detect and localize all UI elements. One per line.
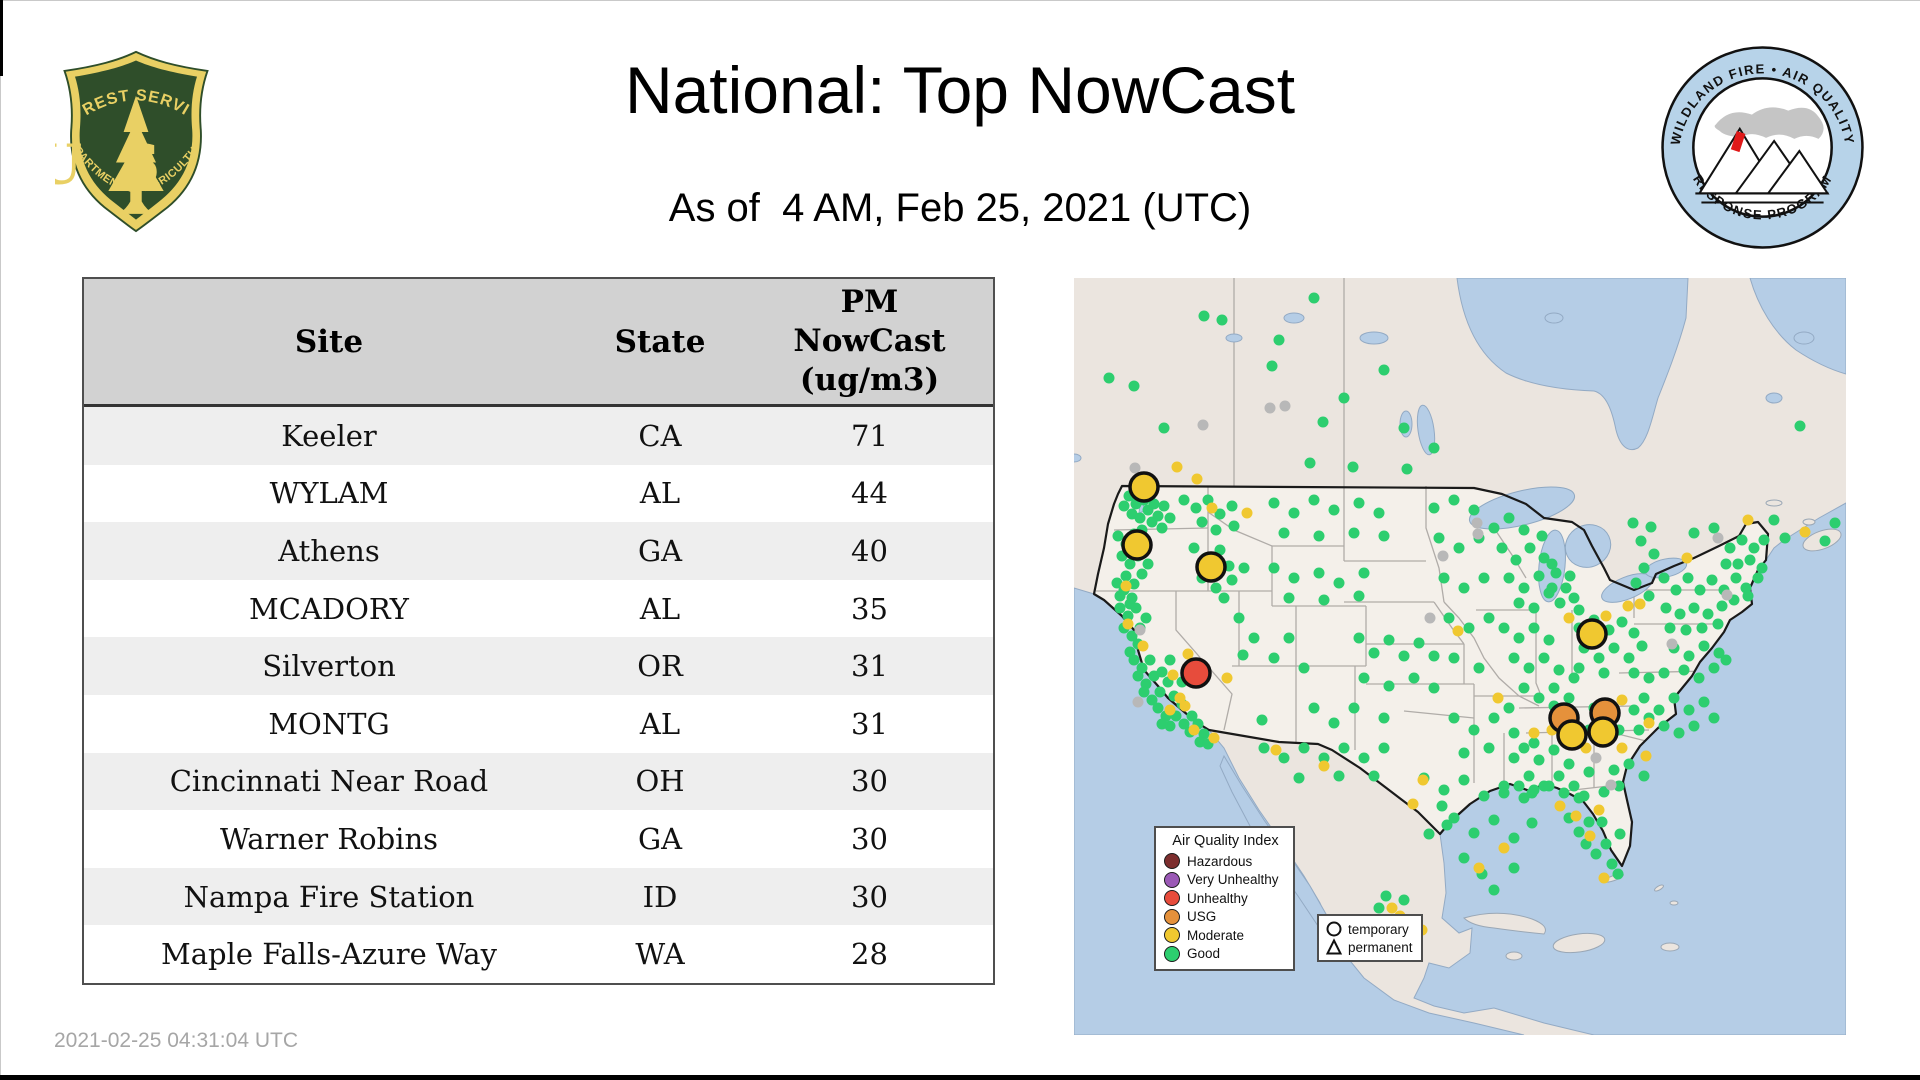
table-row: Keeler CA 71 xyxy=(84,407,993,465)
value-cell: 31 xyxy=(851,649,888,684)
very-unhealthy-swatch-icon xyxy=(1164,871,1180,888)
good-swatch-icon xyxy=(1164,945,1180,962)
legend-label: Hazardous xyxy=(1187,853,1253,869)
table-row: Maple Falls-Azure Way WA 28 xyxy=(84,925,993,983)
marker-label: temporary xyxy=(1348,921,1409,937)
site-cell: Cincinnati Near Road xyxy=(169,764,489,799)
legend-label: Good xyxy=(1187,946,1221,961)
aqi-map: Air Quality Index Hazardous Very Unhealt… xyxy=(1074,278,1846,1035)
unhealthy-swatch-icon xyxy=(1164,890,1180,906)
value-cell: 40 xyxy=(851,533,888,568)
marker-label: permanent xyxy=(1348,939,1413,955)
wfaqrp-logo: WILDLAND FIRE • AIR QUALITY RESPONSE PRO… xyxy=(1661,46,1864,249)
legend-item: Hazardous xyxy=(1164,853,1287,869)
table-row: Nampa Fire Station ID 30 xyxy=(84,867,993,926)
legend-item: Unhealthy xyxy=(1164,890,1287,906)
value-cell: 44 xyxy=(851,476,888,511)
legend-item: USG xyxy=(1164,908,1287,925)
site-cell: Silverton xyxy=(262,649,396,684)
window-edge-top xyxy=(0,0,1920,1)
usg-swatch-icon xyxy=(1164,908,1180,925)
marker-legend-item: temporary xyxy=(1325,920,1415,938)
report-page: FOREST SERVICE US DEPARTMENT OF AGRICULT… xyxy=(0,0,1920,1080)
moderate-swatch-icon xyxy=(1164,927,1180,943)
site-cell: Keeler xyxy=(281,418,377,453)
state-cell: OR xyxy=(637,649,683,684)
page-title: National: Top NowCast xyxy=(624,53,1296,127)
table-row: MCADORY AL 35 xyxy=(84,579,993,638)
page-subtitle: As of 4 AM, Feb 25, 2021 (UTC) xyxy=(668,186,1252,230)
value-cell: 28 xyxy=(851,937,888,972)
footer-timestamp: 2021-02-25 04:31:04 UTC xyxy=(54,1029,298,1052)
state-cell: OH xyxy=(635,764,685,799)
site-cell: Athens xyxy=(278,533,380,568)
window-edge-bottom xyxy=(0,1075,1920,1080)
state-cell: ID xyxy=(642,879,678,914)
state-cell: GA xyxy=(637,533,683,568)
table-header-pm: PM NowCast (ug/m3) xyxy=(793,284,946,398)
aqi-legend-title: Air Quality Index xyxy=(1172,833,1279,849)
value-cell: 71 xyxy=(851,418,888,453)
marker-legend: temporary permanent xyxy=(1317,914,1423,962)
aqi-legend: Air Quality Index Hazardous Very Unhealt… xyxy=(1154,826,1295,971)
site-cell: MCADORY xyxy=(249,591,409,626)
site-cell: MONTG xyxy=(268,706,390,741)
site-cell: WYLAM xyxy=(269,476,389,511)
table-header-state: State xyxy=(614,323,706,360)
table-header-site: Site xyxy=(294,323,364,360)
window-edge-left xyxy=(0,0,1,1080)
site-cell: Maple Falls-Azure Way xyxy=(161,937,497,972)
state-cell: CA xyxy=(638,418,682,453)
value-cell: 31 xyxy=(851,706,888,741)
marker-legend-item: permanent xyxy=(1325,938,1415,956)
site-cell: Nampa Fire Station xyxy=(183,879,475,914)
legend-label: Very Unhealthy xyxy=(1187,872,1279,887)
state-cell: AL xyxy=(639,706,681,741)
state-cell: AL xyxy=(639,476,681,511)
legend-item: Moderate xyxy=(1164,927,1287,943)
legend-label: Unhealthy xyxy=(1187,890,1248,906)
table-row: Athens GA 40 xyxy=(84,522,993,580)
table-row: WYLAM AL 44 xyxy=(84,464,993,523)
value-cell: 30 xyxy=(851,821,888,856)
temporary-marker-icon xyxy=(1326,921,1342,937)
table-header-row: Site State PM NowCast (ug/m3) xyxy=(84,279,993,407)
state-cell: WA xyxy=(635,937,685,972)
permanent-marker-icon xyxy=(1325,938,1343,955)
value-cell: 35 xyxy=(851,591,888,626)
table-row: Silverton OR 31 xyxy=(84,637,993,695)
value-cell: 30 xyxy=(851,879,888,914)
table-row: MONTG AL 31 xyxy=(84,694,993,753)
state-cell: AL xyxy=(639,591,681,626)
state-cell: GA xyxy=(637,821,683,856)
table-row: Cincinnati Near Road OH 30 xyxy=(84,752,993,811)
table-body: Keeler CA 71 WYLAM AL 44 Athens GA 40 MC… xyxy=(84,407,993,983)
legend-item: Good xyxy=(1164,945,1287,962)
table-row: Warner Robins GA 30 xyxy=(84,810,993,868)
nowcast-table: Site State PM NowCast (ug/m3) Keeler CA … xyxy=(82,277,995,985)
legend-item: Very Unhealthy xyxy=(1164,871,1287,888)
site-cell: Warner Robins xyxy=(219,821,439,856)
legend-label: USG xyxy=(1187,909,1217,924)
hazardous-swatch-icon xyxy=(1164,853,1180,869)
legend-label: Moderate xyxy=(1187,927,1245,943)
value-cell: 30 xyxy=(851,764,888,799)
